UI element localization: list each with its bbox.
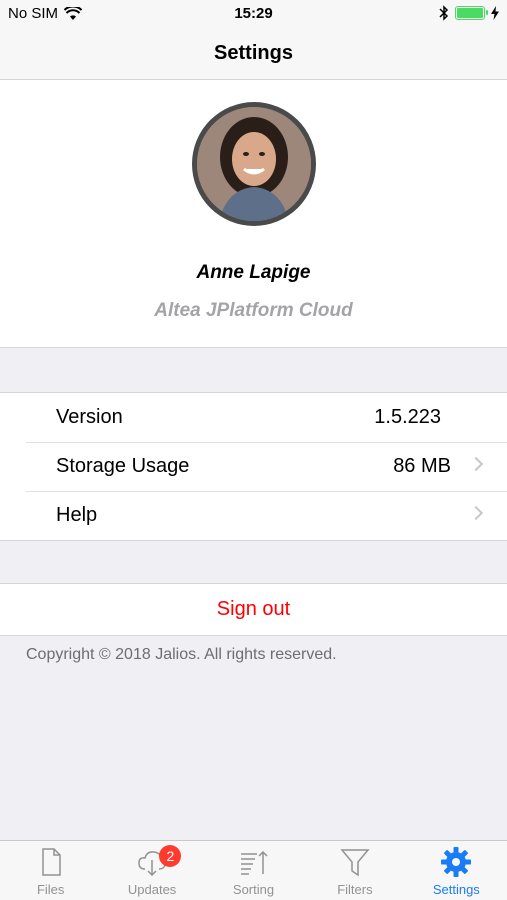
navigation-bar: Settings [0,28,507,80]
help-label: Help [56,504,98,526]
battery-icon [455,6,488,20]
tab-sorting-label: Sorting [232,882,275,897]
version-row: Version 1.5.223 [0,393,507,442]
tab-filters[interactable]: Filters [304,841,405,900]
copyright-text: Copyright © 2018 Jalios. All rights rese… [26,646,337,663]
storage-usage-value: 86 MB [393,455,451,477]
bluetooth-icon [439,5,449,21]
profile-section: Anne Lapige Altea JPlatform Cloud [0,80,507,348]
status-time: 15:29 [234,5,273,22]
storage-usage-row[interactable]: Storage Usage 86 MB [0,442,507,491]
tab-settings-label: Settings [432,882,480,897]
status-right [439,5,499,21]
avatar[interactable] [192,102,316,226]
page-title: Settings [214,42,293,64]
tab-sorting[interactable]: Sorting [203,841,304,900]
tab-settings[interactable]: Settings [406,841,507,900]
funnel-icon [340,849,370,877]
sign-out-button[interactable]: Sign out [0,583,507,636]
tab-files-label: Files [36,882,65,897]
organization-name: Altea JPlatform Cloud [154,300,353,321]
storage-usage-label: Storage Usage [56,455,190,477]
help-row[interactable]: Help [0,491,507,540]
version-value: 1.5.223 [374,406,441,428]
chevron-right-icon [468,505,484,521]
sort-icon [240,850,268,875]
gear-icon [441,847,472,877]
tab-filters-label: Filters [337,882,373,897]
tab-updates[interactable]: 2 Updates [101,841,202,900]
avatar-photo [197,107,311,221]
chevron-right-icon [468,456,484,472]
version-label: Version [56,406,123,428]
updates-badge: 2 [159,845,182,867]
info-group: Version 1.5.223 Storage Usage 86 MB Help [0,392,507,541]
tab-bar: Files 2 Updates Sorting Filters Settings [0,840,507,900]
avatar-portrait-icon [197,107,311,221]
charging-icon [491,6,499,20]
user-name: Anne Lapige [196,262,311,283]
tab-files[interactable]: Files [0,841,101,900]
file-icon [41,848,61,876]
tab-updates-label: Updates [127,882,177,897]
status-bar: No SIM 15:29 [0,0,507,28]
